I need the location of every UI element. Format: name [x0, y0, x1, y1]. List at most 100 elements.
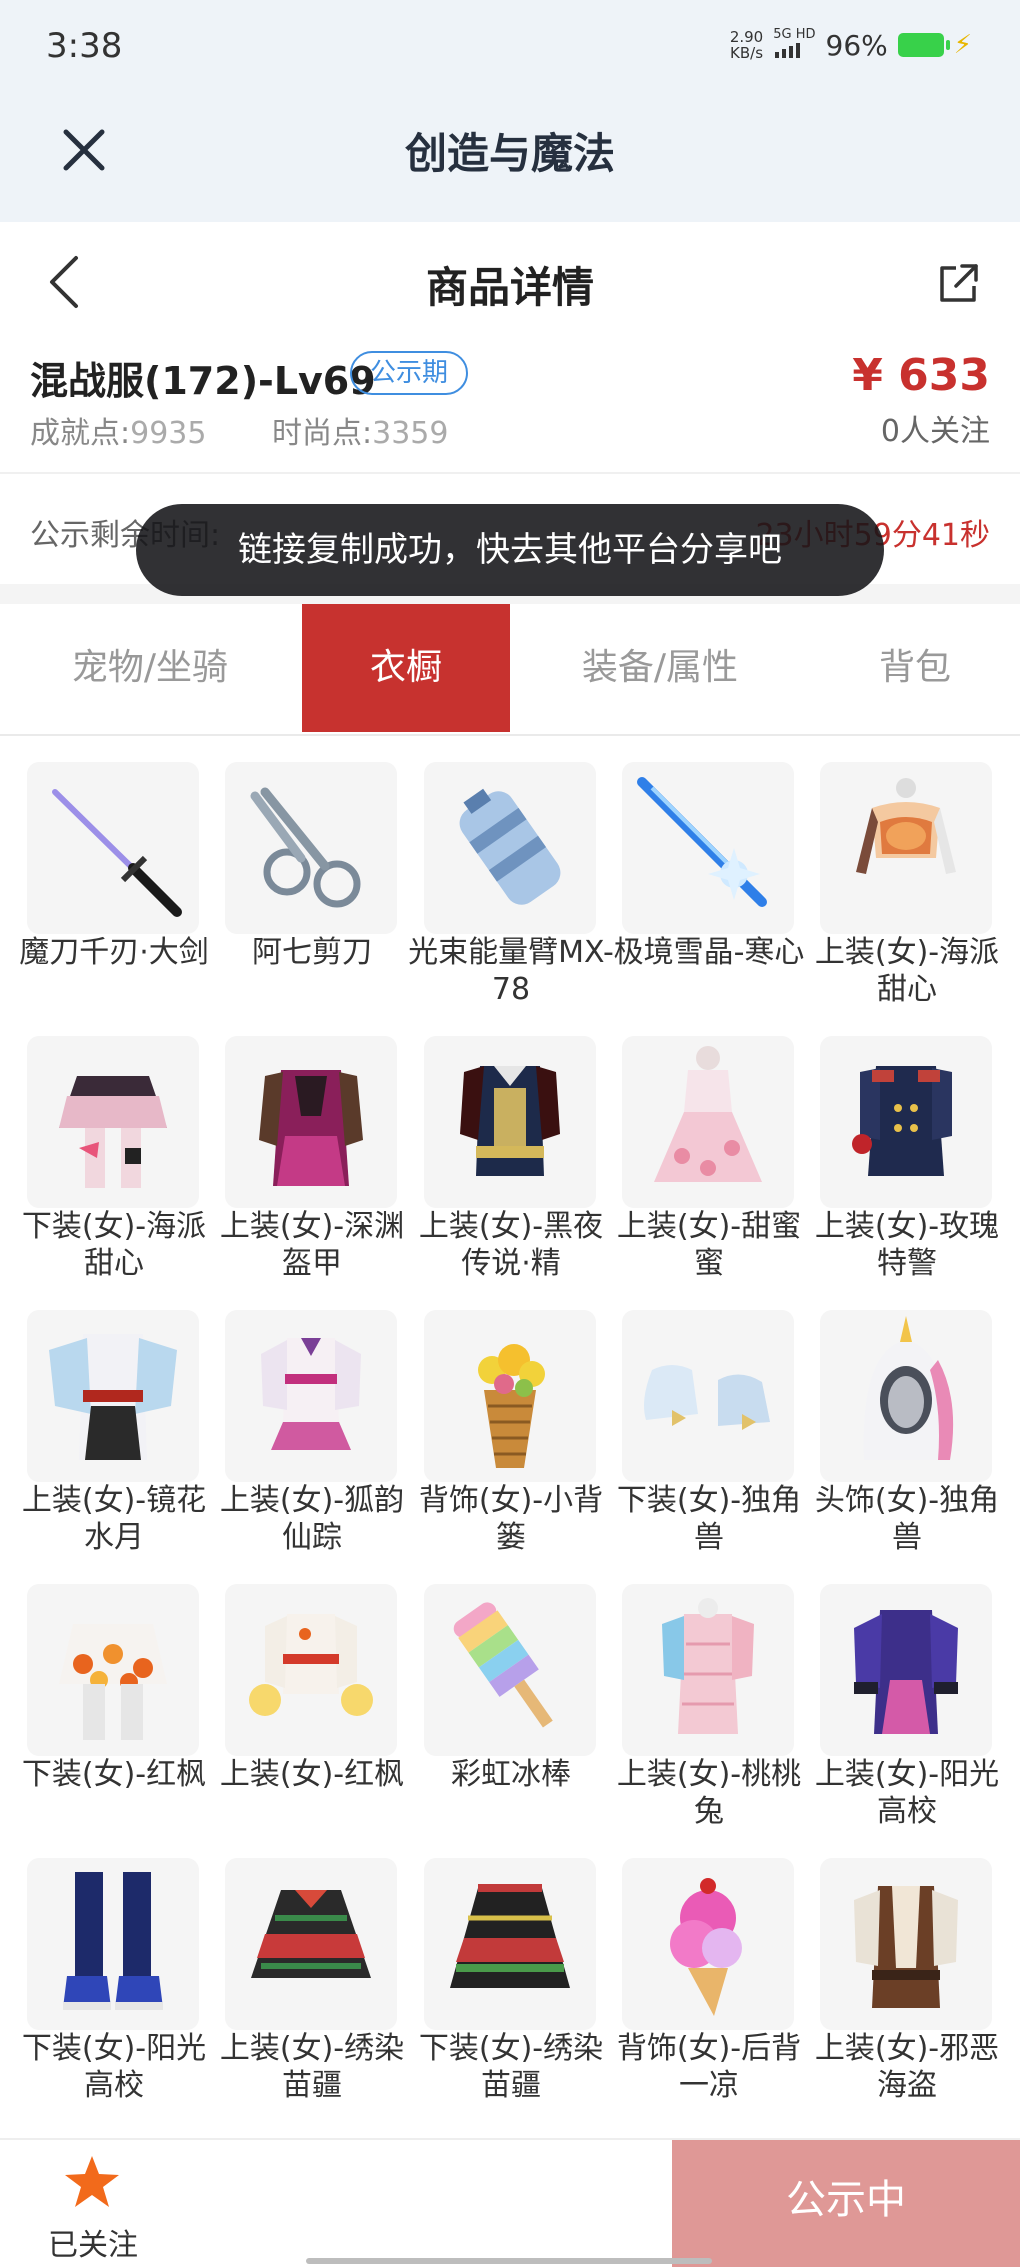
app-bar: 创造与魔法	[0, 96, 1020, 222]
flower-basket-icon	[424, 1310, 596, 1482]
shoes-icon	[622, 1310, 794, 1482]
star-icon[interactable]	[62, 2154, 122, 2210]
list-item[interactable]: 头饰(女)-独角兽	[815, 1310, 999, 1570]
list-item[interactable]: 光束能量臂MX-78	[408, 762, 614, 1022]
list-item[interactable]: 魔刀千刃·大剑	[19, 762, 209, 1022]
dress-icon	[622, 1036, 794, 1208]
item-label: 上装(女)-玫瑰特警	[814, 1209, 1000, 1281]
tab-divider	[0, 734, 1020, 736]
status-badge: 公示期	[350, 351, 469, 395]
tab-bar: 宠物/坐骑 衣橱 装备/属性 背包	[0, 604, 1020, 734]
tab-backpack[interactable]: 背包	[810, 604, 1020, 732]
achievement-points: 成就点:9935	[30, 416, 207, 451]
battery-icon	[897, 33, 950, 57]
item-label: 上装(女)-桃桃兔	[616, 1757, 802, 1829]
kimono-icon	[27, 1310, 199, 1482]
list-item[interactable]: 上装(女)-镜花水月	[22, 1310, 206, 1570]
item-label: 彩虹冰棒	[451, 1757, 571, 1792]
list-item[interactable]: 上装(女)-红枫	[220, 1584, 404, 1844]
item-label: 下装(女)-独角兽	[616, 1483, 802, 1555]
item-label: 背饰(女)-小背篓	[418, 1483, 604, 1555]
home-indicator[interactable]	[306, 2258, 712, 2264]
list-item[interactable]: 上装(女)-海派甜心	[815, 762, 999, 1022]
item-label: 阿七剪刀	[252, 935, 372, 970]
boots-icon	[27, 1858, 199, 2030]
item-label: 魔刀千刃·大剑	[19, 935, 209, 970]
item-label: 上装(女)-绣染苗疆	[219, 2031, 405, 2103]
page-title: 商品详情	[425, 263, 594, 312]
price: ¥ 633	[852, 350, 990, 401]
list-item[interactable]: 下装(女)-独角兽	[617, 1310, 801, 1570]
tab-wardrobe[interactable]: 衣橱	[302, 604, 510, 732]
detail-header: 商品详情	[0, 222, 1020, 350]
list-item[interactable]: 上装(女)-玫瑰特警	[815, 1036, 999, 1296]
status-indicators: 2.90 KB/s 5G HD 96% ⚡	[730, 28, 972, 62]
energy-arm-icon	[424, 762, 596, 934]
product-stats: 成就点:9935 时尚点:3359	[30, 408, 504, 452]
list-item[interactable]: 上装(女)-邪恶海盗	[815, 1858, 999, 2118]
item-label: 上装(女)-深渊盔甲	[219, 1209, 405, 1281]
share-icon[interactable]	[934, 260, 982, 308]
bottom-action-bar: 已关注 公示中	[0, 2138, 1020, 2267]
tab-equipment[interactable]: 装备/属性	[510, 604, 810, 732]
item-label: 下装(女)-红枫	[21, 1757, 207, 1792]
item-label: 上装(女)-甜蜜蜜	[616, 1209, 802, 1281]
list-item[interactable]: 背饰(女)-后背一凉	[617, 1858, 801, 2118]
list-item[interactable]: 下装(女)-绣染苗疆	[419, 1858, 603, 2118]
item-label: 头饰(女)-独角兽	[814, 1483, 1000, 1555]
unicorn-hood-icon	[820, 1310, 992, 1482]
list-item[interactable]: 背饰(女)-小背篓	[419, 1310, 603, 1570]
list-item[interactable]: 上装(女)-狐韵仙踪	[220, 1310, 404, 1570]
list-item[interactable]: 下装(女)-阳光高校	[22, 1858, 206, 2118]
maple-skirt-icon	[27, 1584, 199, 1756]
list-item[interactable]: 彩虹冰棒	[424, 1584, 598, 1844]
app-title: 创造与魔法	[404, 129, 615, 178]
list-item[interactable]: 下装(女)-海派甜心	[22, 1036, 206, 1296]
list-item[interactable]: 上装(女)-桃桃兔	[617, 1584, 801, 1844]
dark-outfit-icon	[424, 1036, 596, 1208]
charging-icon: ⚡	[953, 30, 972, 60]
battery-percent: 96%	[825, 28, 888, 62]
maple-top-icon	[225, 1584, 397, 1756]
item-label: 下装(女)-阳光高校	[21, 2031, 207, 2103]
fox-outfit-icon	[225, 1310, 397, 1482]
item-label: 上装(女)-黑夜传说·精	[418, 1209, 604, 1281]
list-item[interactable]: 阿七剪刀	[225, 762, 399, 1022]
school-top-icon	[820, 1584, 992, 1756]
embroidered-top-icon	[225, 1858, 397, 2030]
list-item[interactable]: 下装(女)-红枫	[22, 1584, 206, 1844]
list-item[interactable]: 极境雪晶-寒心	[614, 762, 804, 1022]
divider	[0, 472, 1020, 474]
armor-outfit-icon	[225, 1036, 397, 1208]
item-label: 下装(女)-绣染苗疆	[418, 2031, 604, 2103]
item-label: 极境雪晶-寒心	[613, 935, 805, 970]
list-item[interactable]: 上装(女)-绣染苗疆	[220, 1858, 404, 2118]
item-label: 上装(女)-狐韵仙踪	[219, 1483, 405, 1555]
item-label: 光束能量臂MX-78	[408, 935, 614, 1007]
pirate-outfit-icon	[820, 1858, 992, 2030]
item-label: 背饰(女)-后背一凉	[616, 2031, 802, 2103]
list-item[interactable]: 上装(女)-甜蜜蜜	[617, 1036, 801, 1296]
top-outfit-icon	[820, 762, 992, 934]
follower-count: 0人关注	[880, 414, 990, 449]
bunny-outfit-icon	[622, 1584, 794, 1756]
status-bar: 3:38 2.90 KB/s 5G HD 96% ⚡	[0, 0, 1020, 96]
item-label: 上装(女)-阳光高校	[814, 1757, 1000, 1829]
item-label: 上装(女)-红枫	[219, 1757, 405, 1792]
follow-label[interactable]: 已关注	[48, 2220, 138, 2264]
embroidered-skirt-icon	[424, 1858, 596, 2030]
product-name: 混战服(172)-Lv69	[30, 359, 376, 403]
fashion-points: 时尚点:3359	[272, 416, 449, 451]
sword-icon	[27, 762, 199, 934]
ice-sword-icon	[622, 762, 794, 934]
list-item[interactable]: 上装(女)-阳光高校	[815, 1584, 999, 1844]
toast-message: 链接复制成功，快去其他平台分享吧	[136, 504, 884, 596]
list-item[interactable]: 上装(女)-深渊盔甲	[220, 1036, 404, 1296]
skirt-icon	[27, 1036, 199, 1208]
tab-pets-mounts[interactable]: 宠物/坐骑	[0, 604, 300, 732]
list-item[interactable]: 上装(女)-黑夜传说·精	[419, 1036, 603, 1296]
ice-cream-icon	[622, 1858, 794, 2030]
network-speed: 2.90 KB/s	[729, 28, 764, 62]
status-button[interactable]: 公示中	[672, 2140, 1020, 2267]
item-label: 上装(女)-镜花水月	[21, 1483, 207, 1555]
